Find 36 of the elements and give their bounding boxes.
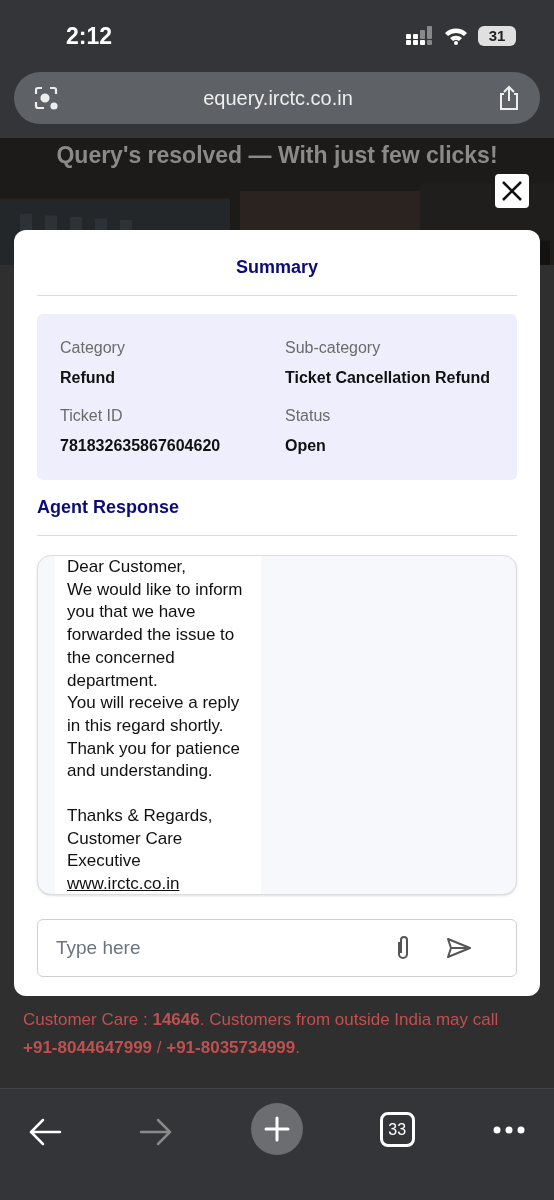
field-value: Open (285, 436, 327, 456)
message-text: We would like to inform you that we have forwarded the issue to the concerned department. (67, 578, 244, 692)
section-heading: Agent Response (37, 496, 181, 519)
status-time: 2:12 (66, 21, 113, 51)
footer-text: +91-8044647999 / +91-8035734999. (23, 1037, 301, 1059)
wifi-icon (444, 27, 468, 45)
more-icon[interactable] (492, 1125, 526, 1135)
field-value: Refund (60, 368, 117, 388)
field-label: Ticket ID (60, 406, 124, 426)
field-label: Sub-category (285, 338, 382, 358)
message-text: Thank you for patience and understanding. (67, 737, 241, 783)
address-bar[interactable]: equery.irctc.co.in (14, 72, 540, 124)
signal-icon (406, 26, 434, 46)
plus-icon (263, 1116, 290, 1142)
message-text: You will receive a reply in this regard shortly. (67, 692, 241, 737)
battery-indicator: 31 (478, 26, 516, 46)
close-icon (501, 180, 523, 202)
dialog-title: Summary (235, 256, 318, 279)
tab-count-button[interactable]: 33 (379, 1112, 415, 1147)
website-link[interactable]: www.irctc.co.in (67, 874, 180, 894)
field-label: Status (285, 406, 332, 426)
message-text: Thanks & Regards, (67, 805, 214, 828)
message-input[interactable]: Type here (37, 919, 517, 977)
field-value: 781832635867604620 (60, 436, 222, 456)
reply-field[interactable]: Type here (56, 933, 392, 963)
camera-search-icon[interactable] (32, 84, 60, 112)
close-button[interactable] (495, 174, 529, 208)
url-text: equery.irctc.co.in (202, 86, 354, 111)
new-tab-button[interactable] (250, 1103, 303, 1155)
send-icon[interactable] (446, 937, 472, 959)
footer-text: Customer Care : 14646. Customers from outside India may call (23, 1009, 500, 1031)
banner-heading: Query's resolved — With just few clicks! (56, 141, 498, 168)
message-text: Dear Customer, (67, 556, 188, 578)
back-arrow-icon[interactable] (28, 1117, 62, 1147)
field-value: Ticket Cancellation Refund (285, 368, 492, 388)
field-label: Category (60, 338, 126, 358)
